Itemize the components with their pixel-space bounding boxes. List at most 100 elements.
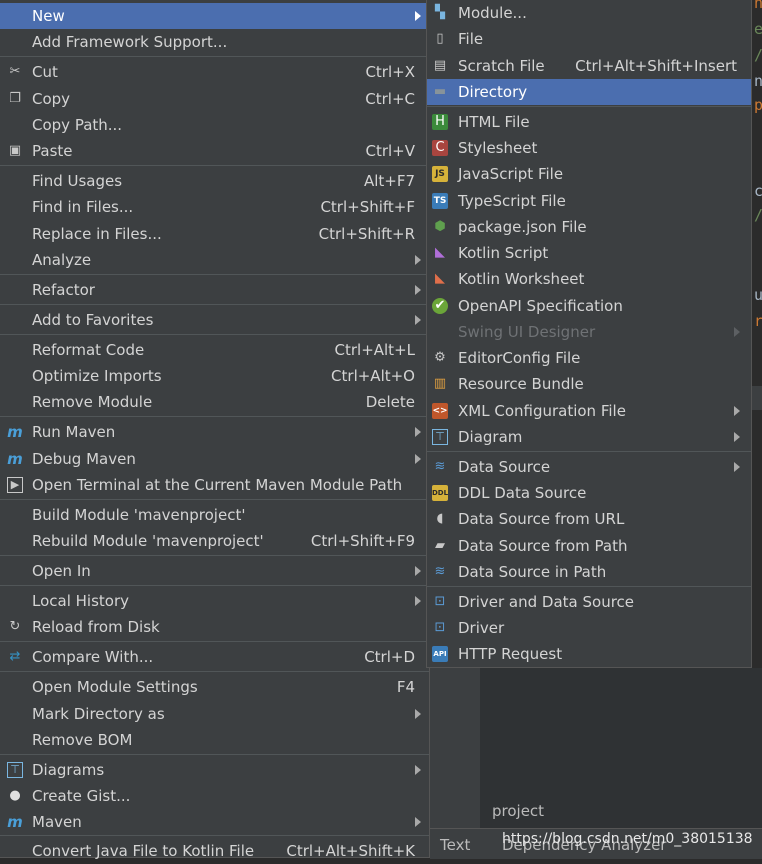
- menu-item-kotlin-worksheet[interactable]: ◣ Kotlin Worksheet: [427, 266, 751, 292]
- menu-item-label: OpenAPI Specification: [458, 297, 623, 315]
- menu-item-copy[interactable]: ❐ Copy Ctrl+C: [0, 86, 429, 112]
- menu-item-mark-directory-as[interactable]: Mark Directory as: [0, 701, 429, 727]
- menu-item-find-usages[interactable]: Find Usages Alt+F7: [0, 168, 429, 194]
- menu-item-package-json-file[interactable]: ⬢ package.json File: [427, 214, 751, 240]
- menu-separator: [0, 835, 429, 836]
- menu-item-label: File: [458, 30, 484, 48]
- menu-item-label: Open In: [32, 562, 91, 580]
- menu-item-open-in[interactable]: Open In: [0, 558, 429, 584]
- compare-icon: ⇄: [9, 649, 21, 664]
- menu-item-analyze[interactable]: Analyze: [0, 247, 429, 273]
- menu-item-build-module-mavenproject[interactable]: Build Module 'mavenproject': [0, 502, 429, 528]
- menu-item-data-source[interactable]: ≋ Data Source: [427, 454, 751, 480]
- open-folder-icon: ▰: [435, 538, 445, 553]
- menu-item-label: Data Source from URL: [458, 510, 625, 528]
- menu-item-cut[interactable]: ✂ Cut Ctrl+X: [0, 59, 429, 85]
- menu-item-label: Remove BOM: [32, 731, 133, 749]
- xml-file-icon: <>: [432, 403, 448, 419]
- menu-item-label: Diagrams: [32, 761, 105, 779]
- menu-item-label: Data Source in Path: [458, 563, 607, 581]
- submenu-arrow-icon: [415, 596, 421, 606]
- menu-item-driver[interactable]: ⊡ Driver: [427, 615, 751, 641]
- menu-item-maven[interactable]: m Maven: [0, 809, 429, 835]
- menu-item-run-maven[interactable]: m Run Maven: [0, 419, 429, 445]
- menu-item-label: Rebuild Module 'mavenproject': [32, 532, 264, 550]
- menu-item-find-in-files[interactable]: Find in Files... Ctrl+Shift+F: [0, 194, 429, 220]
- menu-item-shortcut: Alt+F7: [363, 172, 415, 190]
- menu-item-diagram[interactable]: ⊤ Diagram: [427, 424, 751, 450]
- menu-item-debug-maven[interactable]: m Debug Maven: [0, 446, 429, 472]
- menu-item-openapi-specification[interactable]: ✔ OpenAPI Specification: [427, 293, 751, 319]
- submenu-arrow-icon: [734, 406, 740, 416]
- menu-item-stylesheet[interactable]: C Stylesheet: [427, 135, 751, 161]
- menu-item-typescript-file[interactable]: TS TypeScript File: [427, 188, 751, 214]
- menu-separator: [0, 304, 429, 305]
- bottom-tab-bar: Text Dependency Analyzer https://blog.cs…: [430, 828, 762, 859]
- menu-item-convert-java-file-to-kotlin-file[interactable]: Convert Java File to Kotlin File Ctrl+Alt…: [0, 838, 429, 864]
- submenu-arrow-icon: [415, 817, 421, 827]
- menu-separator: [0, 641, 429, 642]
- diagram-icon: ⊤: [7, 762, 23, 778]
- menu-item-create-gist[interactable]: ● Create Gist...: [0, 783, 429, 809]
- menu-item-data-source-from-path[interactable]: ▰ Data Source from Path: [427, 533, 751, 559]
- menu-item-http-request[interactable]: API HTTP Request: [427, 641, 751, 667]
- menu-item-copy-path[interactable]: Copy Path...: [0, 112, 429, 138]
- menu-item-javascript-file[interactable]: JS JavaScript File: [427, 161, 751, 187]
- menu-item-label: Scratch File: [458, 57, 545, 75]
- menu-item-directory[interactable]: ▬ Directory: [427, 79, 751, 105]
- api-icon: API: [432, 646, 448, 662]
- menu-item-add-framework-support[interactable]: Add Framework Support...: [0, 29, 429, 55]
- menu-item-label: HTTP Request: [458, 645, 563, 663]
- menu-item-local-history[interactable]: Local History: [0, 588, 429, 614]
- menu-item-label: Compare With...: [32, 648, 154, 666]
- tab-text[interactable]: Text: [440, 836, 470, 854]
- submenu-arrow-icon: [415, 454, 421, 464]
- menu-item-reformat-code[interactable]: Reformat Code Ctrl+Alt+L: [0, 337, 429, 363]
- menu-item-open-module-settings[interactable]: Open Module Settings F4: [0, 674, 429, 700]
- menu-item-rebuild-module-mavenproject[interactable]: Rebuild Module 'mavenproject' Ctrl+Shift+…: [0, 528, 429, 554]
- menu-item-label: New: [32, 7, 65, 25]
- menu-item-replace-in-files[interactable]: Replace in Files... Ctrl+Shift+R: [0, 221, 429, 247]
- menu-item-module[interactable]: ▚ Module...: [427, 0, 751, 26]
- clipboard-icon: ▣: [8, 143, 22, 158]
- menu-item-add-to-favorites[interactable]: Add to Favorites: [0, 307, 429, 333]
- menu-item-label: Refactor: [32, 281, 95, 299]
- menu-item-optimize-imports[interactable]: Optimize Imports Ctrl+Alt+O: [0, 363, 429, 389]
- menu-item-remove-bom[interactable]: Remove BOM: [0, 727, 429, 753]
- terminal-icon: ▶: [7, 477, 23, 493]
- menu-item-label: Data Source from Path: [458, 537, 628, 555]
- menu-item-scratch-file[interactable]: ▤ Scratch File Ctrl+Alt+Shift+Insert: [427, 53, 751, 79]
- menu-item-label: Directory: [458, 83, 528, 101]
- menu-separator: [427, 451, 751, 452]
- menu-item-open-terminal-at-the-current-maven-module-path[interactable]: ▶ Open Terminal at the Current Maven Modu…: [0, 472, 429, 498]
- menu-item-refactor[interactable]: Refactor: [0, 277, 429, 303]
- menu-item-driver-and-data-source[interactable]: ⊡ Driver and Data Source: [427, 589, 751, 615]
- menu-item-shortcut: Ctrl+Shift+F: [320, 198, 415, 216]
- menu-item-paste[interactable]: ▣ Paste Ctrl+V: [0, 138, 429, 164]
- scissors-icon: ✂: [9, 64, 21, 79]
- menu-item-file[interactable]: ▯ File: [427, 26, 751, 52]
- menu-item-ddl-data-source[interactable]: DDL DDL Data Source: [427, 480, 751, 506]
- submenu-arrow-icon: [415, 765, 421, 775]
- menu-item-remove-module[interactable]: Remove Module Delete: [0, 389, 429, 415]
- menu-item-xml-configuration-file[interactable]: <> XML Configuration File: [427, 398, 751, 424]
- menu-item-html-file[interactable]: H HTML File: [427, 109, 751, 135]
- menu-item-reload-from-disk[interactable]: ↻ Reload from Disk: [0, 614, 429, 640]
- driver-icon: ⊡: [434, 620, 446, 635]
- js-file-icon: JS: [432, 166, 448, 182]
- menu-item-new[interactable]: New: [0, 3, 429, 29]
- submenu-arrow-icon: [734, 462, 740, 472]
- database-icon: ≋: [434, 459, 446, 474]
- menu-item-resource-bundle[interactable]: ▥ Resource Bundle: [427, 371, 751, 397]
- menu-item-editorconfig-file[interactable]: ⚙ EditorConfig File: [427, 345, 751, 371]
- menu-item-kotlin-script[interactable]: ◣ Kotlin Script: [427, 240, 751, 266]
- menu-item-diagrams[interactable]: ⊤ Diagrams: [0, 757, 429, 783]
- menu-item-compare-with[interactable]: ⇄ Compare With... Ctrl+D: [0, 644, 429, 670]
- menu-item-data-source-in-path[interactable]: ≋ Data Source in Path: [427, 559, 751, 585]
- menu-item-label: Local History: [32, 592, 130, 610]
- resource-bundle-icon: ▥: [433, 376, 447, 391]
- driver-icon: ⊡: [434, 594, 446, 609]
- menu-separator: [0, 56, 429, 57]
- menu-item-data-source-from-url[interactable]: ◖ Data Source from URL: [427, 506, 751, 532]
- menu-item-label: Paste: [32, 142, 73, 160]
